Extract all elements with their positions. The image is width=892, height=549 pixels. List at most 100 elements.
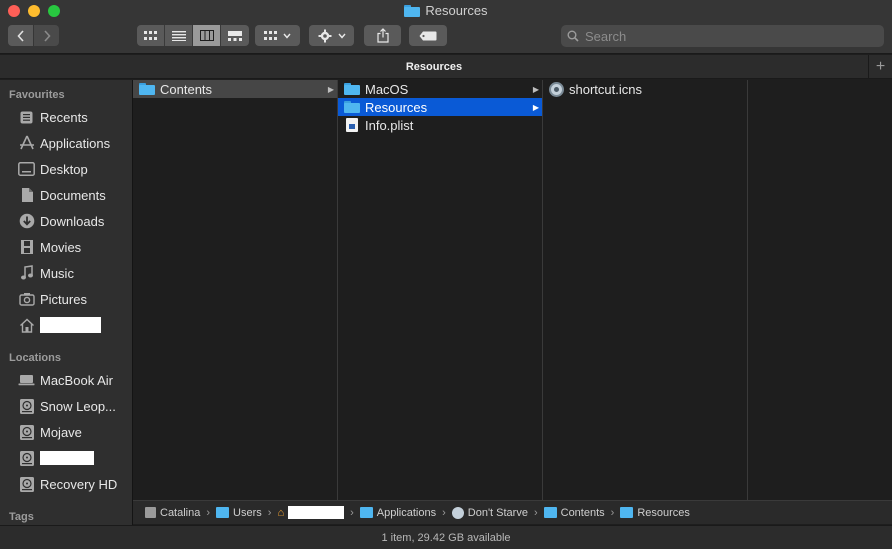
search-input[interactable] bbox=[585, 28, 865, 44]
tab-bar: Resources + bbox=[0, 55, 892, 79]
sidebar-item-label: Snow Leop... bbox=[40, 398, 116, 414]
item-label: Info.plist bbox=[365, 117, 414, 133]
column-view-button[interactable] bbox=[193, 25, 221, 46]
sidebar-item-pictures[interactable]: Pictures bbox=[0, 287, 132, 311]
window-title-text: Resources bbox=[425, 3, 488, 18]
icon-view-button[interactable] bbox=[137, 25, 165, 46]
sidebar-item-label: Recents bbox=[40, 109, 88, 125]
columns-icon bbox=[199, 30, 214, 41]
gear-icon bbox=[318, 29, 331, 42]
share-button[interactable] bbox=[364, 25, 401, 46]
path-item-label: Don't Starve bbox=[467, 506, 528, 519]
list-item-macos[interactable]: MacOS ▶ bbox=[338, 80, 542, 98]
chevron-right-icon bbox=[43, 29, 51, 42]
sidebar-item-music[interactable]: Music bbox=[0, 261, 132, 285]
sidebar-item-label: Mojave bbox=[40, 424, 82, 440]
icns-file-icon bbox=[549, 81, 564, 97]
document-icon bbox=[18, 187, 35, 204]
laptop-icon bbox=[18, 372, 35, 389]
chevron-left-icon bbox=[16, 29, 24, 42]
sidebar-item-downloads[interactable]: Downloads bbox=[0, 209, 132, 233]
path-item-catalina[interactable]: Catalina bbox=[145, 507, 200, 519]
chevron-right-icon: › bbox=[350, 506, 354, 519]
disk-icon bbox=[145, 507, 156, 518]
clock-icon bbox=[18, 109, 35, 126]
path-item-label: Users bbox=[233, 506, 262, 519]
chevron-down-icon bbox=[283, 33, 291, 39]
list-item-resources[interactable]: Resources ▶ bbox=[338, 98, 542, 116]
home-icon bbox=[18, 317, 35, 334]
path-item-resources[interactable]: Resources bbox=[620, 507, 690, 519]
sidebar-heading-locations: Locations bbox=[9, 352, 61, 364]
path-item-applications[interactable]: Applications bbox=[359, 506, 437, 519]
list-item-info-plist[interactable]: Info.plist bbox=[338, 116, 542, 134]
sidebar-item-label: Pictures bbox=[40, 291, 87, 307]
finder-window: Resources Search Resources + Favourites … bbox=[0, 0, 892, 549]
sidebar-item-applications[interactable]: Applications bbox=[0, 131, 132, 155]
sidebar-heading-favourites: Favourites bbox=[9, 89, 65, 101]
sidebar-item-disk-redacted[interactable] bbox=[0, 446, 132, 470]
item-label: Contents bbox=[160, 81, 213, 97]
browser-column-1: Contents ▶ bbox=[133, 80, 338, 500]
chevron-right-icon: › bbox=[610, 506, 615, 519]
path-bar: Catalina › Users › ⌂ › Applications › Do… bbox=[133, 500, 892, 524]
item-label: MacOS bbox=[365, 81, 409, 97]
redacted-username bbox=[40, 317, 101, 333]
path-item-label: Applications bbox=[376, 506, 437, 519]
icon-grid-icon bbox=[144, 30, 157, 40]
tab-resources[interactable]: Resources bbox=[0, 55, 868, 79]
film-icon bbox=[18, 239, 35, 256]
gallery-view-button[interactable] bbox=[221, 25, 249, 46]
group-grid-icon bbox=[264, 30, 277, 40]
plist-file-icon bbox=[346, 118, 358, 132]
tag-icon bbox=[419, 31, 437, 40]
chevron-right-icon: › bbox=[533, 506, 538, 519]
sidebar-item-macbook-air[interactable]: MacBook Air bbox=[0, 368, 132, 392]
sidebar-item-documents[interactable]: Documents bbox=[0, 183, 132, 207]
search-field[interactable] bbox=[561, 25, 884, 47]
sidebar-item-recovery-hd[interactable]: Recovery HD bbox=[0, 472, 132, 496]
sidebar-item-label: Recovery HD bbox=[40, 476, 118, 492]
disclosure-arrow-icon: ▶ bbox=[532, 84, 539, 94]
sidebar-item-snow-leopard[interactable]: Snow Leop... bbox=[0, 394, 132, 418]
disclosure-arrow-icon: ▶ bbox=[532, 102, 539, 112]
forward-button[interactable] bbox=[34, 25, 59, 46]
action-menu-button[interactable] bbox=[309, 25, 354, 46]
music-note-icon bbox=[18, 265, 35, 282]
list-view-button[interactable] bbox=[165, 25, 193, 46]
disclosure-arrow-icon: ▶ bbox=[327, 84, 334, 94]
list-item-contents[interactable]: Contents ▶ bbox=[133, 80, 337, 98]
sidebar-item-movies[interactable]: Movies bbox=[0, 235, 132, 259]
chevron-right-icon: › bbox=[442, 506, 446, 519]
path-item-label: Resources bbox=[637, 506, 690, 519]
app-icon bbox=[451, 506, 464, 519]
list-lines-icon bbox=[171, 30, 186, 41]
back-button[interactable] bbox=[8, 25, 33, 46]
path-item-home[interactable]: ⌂ bbox=[277, 506, 345, 519]
new-tab-button[interactable]: + bbox=[868, 55, 892, 79]
tags-button[interactable] bbox=[409, 25, 447, 46]
download-icon bbox=[18, 213, 35, 230]
folder-icon bbox=[404, 4, 421, 17]
share-icon bbox=[376, 28, 389, 43]
group-by-button[interactable] bbox=[255, 25, 300, 46]
folder-icon bbox=[344, 83, 360, 95]
sidebar-item-recents[interactable]: Recents bbox=[0, 105, 132, 129]
sidebar-heading-tags: Tags bbox=[9, 511, 34, 523]
browser-column-2: MacOS ▶ Resources ▶ Info.plist bbox=[338, 80, 543, 500]
folder-icon bbox=[344, 101, 360, 113]
sidebar-item-mojave[interactable]: Mojave bbox=[0, 420, 132, 444]
desktop-icon bbox=[18, 161, 35, 178]
camera-icon bbox=[18, 291, 35, 308]
sidebar-item-desktop[interactable]: Desktop bbox=[0, 157, 132, 181]
path-item-dont-starve[interactable]: Don't Starve bbox=[451, 506, 528, 519]
list-item-shortcut-icns[interactable]: shortcut.icns bbox=[543, 80, 747, 98]
sidebar-item-home[interactable] bbox=[0, 313, 132, 337]
sidebar-item-label: Applications bbox=[40, 135, 111, 151]
item-label: Resources bbox=[365, 99, 428, 115]
path-item-users[interactable]: Users bbox=[216, 507, 262, 519]
path-item-contents[interactable]: Contents bbox=[543, 507, 605, 519]
disk-icon bbox=[18, 476, 35, 493]
gallery-icon bbox=[228, 30, 242, 41]
browser-column-4 bbox=[748, 80, 892, 500]
